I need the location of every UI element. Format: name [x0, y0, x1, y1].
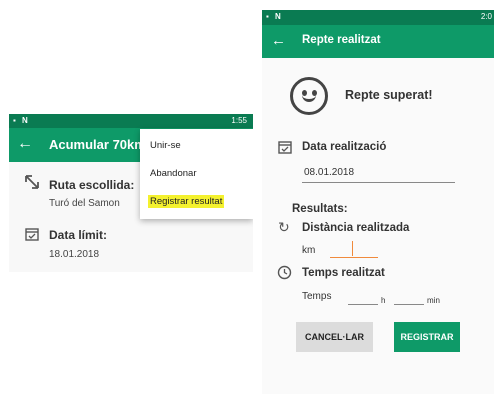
route-label: Ruta escollida:: [49, 178, 135, 192]
deadline-value: 18.01.2018: [49, 249, 100, 260]
calendar-icon: [278, 140, 292, 159]
hours-input[interactable]: [348, 294, 378, 305]
status-icons: ▪ N: [13, 116, 30, 125]
right-screen: ▪ N 2:0 ← Repte realitzat Repte superat!…: [262, 10, 494, 394]
date-field[interactable]: 08.01.2018: [302, 165, 455, 183]
text-cursor: [352, 241, 353, 256]
menu-item-leave[interactable]: Abandonar: [140, 162, 253, 186]
overflow-menu: Unir-se Abandonar Registrar resultat: [140, 129, 253, 219]
menu-item-join[interactable]: Unir-se: [140, 134, 253, 158]
status-bar: ▪ N 1:55: [9, 114, 253, 128]
status-time: 2:0: [480, 12, 492, 21]
page-title: Repte realitzat: [302, 34, 381, 46]
smiley-icon: [290, 77, 328, 115]
time-prefix: Temps: [302, 291, 332, 302]
distance-unit: km: [302, 245, 316, 256]
success-heading: Repte superat!: [345, 88, 433, 102]
date-value: 08.01.2018: [304, 167, 355, 178]
hours-unit: h: [381, 296, 386, 305]
route-arrows-icon: [24, 174, 40, 194]
minutes-unit: min: [427, 296, 440, 305]
distance-label: Distància realitzada: [302, 222, 410, 234]
app-bar: ← Repte realitzat: [262, 25, 494, 58]
results-label: Resultats:: [292, 203, 348, 215]
status-bar: ▪ N 2:0: [262, 10, 494, 25]
status-icons: ▪ N: [266, 12, 283, 21]
time-label: Temps realitzat: [302, 267, 385, 279]
status-time: 1:55: [231, 116, 247, 125]
register-button[interactable]: REGISTRAR: [394, 322, 460, 352]
menu-item-label: Abandonar: [150, 168, 197, 179]
route-value: Turó del Samon: [49, 198, 120, 209]
page-title: Acumular 70km: [49, 137, 146, 152]
menu-item-register-result[interactable]: Registrar resultat: [140, 190, 253, 214]
back-arrow-icon[interactable]: ←: [271, 32, 286, 49]
minutes-input[interactable]: [394, 294, 424, 305]
date-label: Data realització: [302, 141, 387, 153]
menu-item-label-highlighted: Registrar resultat: [148, 195, 225, 208]
calendar-icon: [25, 227, 39, 246]
left-screen: ▪ N 1:55 ← Acumular 70km Ruta escollida:…: [9, 114, 253, 272]
cancel-button[interactable]: CANCEL·LAR: [296, 322, 373, 352]
refresh-icon: ↻: [278, 219, 290, 235]
menu-item-label: Unir-se: [150, 140, 181, 151]
deadline-label: Data límit:: [49, 228, 108, 242]
distance-input[interactable]: [330, 240, 378, 258]
clock-icon: [277, 265, 292, 285]
back-arrow-icon[interactable]: ←: [17, 135, 33, 153]
